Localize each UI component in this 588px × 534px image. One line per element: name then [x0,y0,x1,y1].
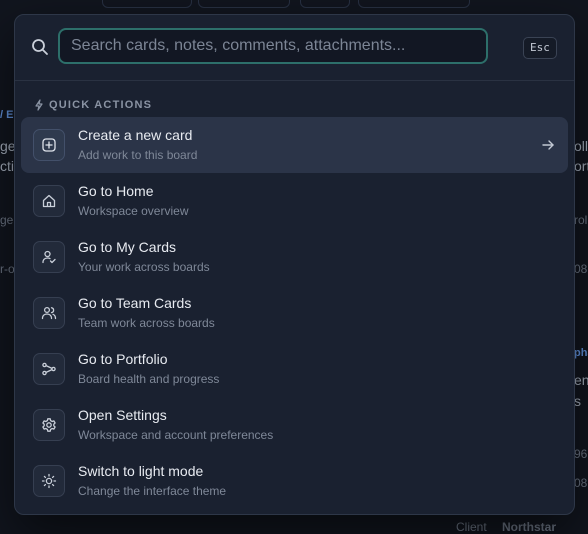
action-open-settings[interactable]: Open Settings Workspace and account pref… [21,397,568,453]
user-check-icon [42,250,56,264]
background-text: cti [0,158,14,174]
action-subtitle: Workspace overview [78,204,189,218]
background-text: pha [574,347,588,359]
action-title: Create a new card [78,127,193,143]
background-text: rol [574,213,588,227]
background-text: Northstar [502,520,557,534]
action-subtitle: Change the interface theme [78,484,227,498]
command-palette: Esc QUICK ACTIONS Create a new card Add … [14,14,575,515]
action-subtitle: Add work to this board [78,148,198,162]
bolt-icon [35,99,43,111]
search-icon [32,39,48,55]
background-tab [300,0,350,8]
action-subtitle: Team work across boards [78,316,215,330]
action-icon-box [33,353,65,385]
background-text: / E [0,109,14,121]
background-text: 96 [574,447,588,461]
action-subtitle: Board health and progress [78,372,220,386]
home-icon [42,194,56,208]
action-title: Go to Home [78,183,154,199]
action-icon-box [33,409,65,441]
action-title: Go to My Cards [78,239,177,255]
action-list: Create a new card Add work to this board… [21,117,568,509]
sun-icon [41,473,57,489]
action-go-home[interactable]: Go to Home Workspace overview [21,173,568,229]
background-text: end [574,372,588,388]
action-subtitle: Workspace and account preferences [78,428,274,442]
search-input[interactable] [58,28,488,64]
background-text: ort [574,158,588,174]
background-text: r-o [0,262,15,276]
action-subtitle: Your work across boards [78,260,210,274]
search-bar: Esc [15,15,574,81]
action-go-team-cards[interactable]: Go to Team Cards Team work across boards [21,285,568,341]
background-text: Client [456,520,487,534]
action-icon-box [33,465,65,497]
action-icon-box [33,185,65,217]
background-text: s [574,393,581,409]
action-toggle-light-mode[interactable]: Switch to light mode Change the interfac… [21,453,568,509]
users-icon [41,306,57,320]
plus-square-icon [42,138,56,152]
background-text: olli [574,138,588,154]
action-title: Switch to light mode [78,463,204,479]
quick-actions-header: QUICK ACTIONS [34,97,152,113]
background-tab [358,0,470,8]
action-go-portfolio[interactable]: Go to Portfolio Board health and progres… [21,341,568,397]
action-icon-box [33,297,65,329]
branch-icon [42,362,56,376]
background-tab [102,0,192,8]
action-icon-box [33,241,65,273]
arrow-right-icon [542,140,554,150]
background-tab [198,0,290,8]
action-title: Go to Portfolio [78,351,168,367]
action-title: Go to Team Cards [78,295,192,311]
action-icon-box [33,129,65,161]
gear-icon [42,418,56,432]
background-text: 08 [574,262,588,276]
action-go-my-cards[interactable]: Go to My Cards Your work across boards [21,229,568,285]
section-title: QUICK ACTIONS [49,99,153,111]
action-title: Open Settings [78,407,167,423]
background-text: 08 [574,476,588,490]
action-create-card[interactable]: Create a new card Add work to this board [21,117,568,173]
escape-key-hint[interactable]: Esc [523,37,557,59]
